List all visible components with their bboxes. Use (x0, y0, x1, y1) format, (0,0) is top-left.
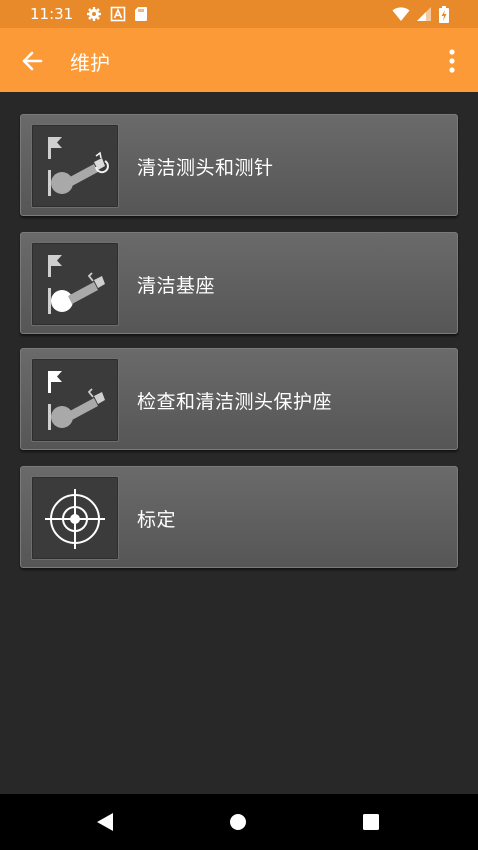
arrow-left-icon (22, 51, 43, 71)
gear-icon (87, 7, 101, 21)
maintenance-item-label: 标定 (137, 509, 177, 531)
battery-icon (439, 6, 449, 23)
app-bar: 维护 (0, 28, 478, 92)
maintenance-item-label: 检查和清洁测头保护座 (137, 391, 333, 413)
nav-home-button[interactable] (228, 812, 248, 832)
wifi-icon (392, 7, 410, 21)
probe-stylus-icon (31, 124, 119, 208)
status-time: 11:31 (30, 5, 74, 23)
back-triangle-icon (97, 813, 113, 831)
maintenance-item-clean-base[interactable]: 清洁基座 (20, 232, 458, 334)
maintenance-item-label: 清洁基座 (137, 275, 216, 297)
overflow-menu-button[interactable] (440, 44, 464, 78)
cellular-icon (417, 7, 431, 21)
maintenance-item-label: 清洁测头和测针 (137, 157, 274, 179)
status-notification-icons (86, 6, 148, 22)
crosshair-target-icon (31, 476, 119, 560)
home-circle-icon (230, 814, 246, 830)
probe-holder-icon (31, 358, 119, 442)
maintenance-item-calibration[interactable]: 标定 (20, 466, 458, 568)
maintenance-item-check-clean-probe-holder[interactable]: 检查和清洁测头保护座 (20, 348, 458, 450)
sd-card-icon (135, 7, 147, 21)
maintenance-list: 清洁测头和测针 清洁基座 检查和清洁测头保护座 标定 (20, 114, 458, 584)
status-system-icons (392, 6, 450, 23)
back-button[interactable] (14, 44, 50, 78)
nav-recents-button[interactable] (361, 812, 381, 832)
maintenance-item-clean-probe-stylus[interactable]: 清洁测头和测针 (20, 114, 458, 216)
more-vertical-icon (449, 49, 455, 73)
nav-back-button[interactable] (94, 810, 118, 834)
status-bar: 11:31 (0, 0, 478, 28)
page-title: 维护 (70, 51, 110, 75)
a-icon (110, 6, 126, 22)
probe-base-icon (31, 242, 119, 326)
recents-square-icon (363, 814, 379, 830)
system-navigation-bar (0, 794, 478, 850)
